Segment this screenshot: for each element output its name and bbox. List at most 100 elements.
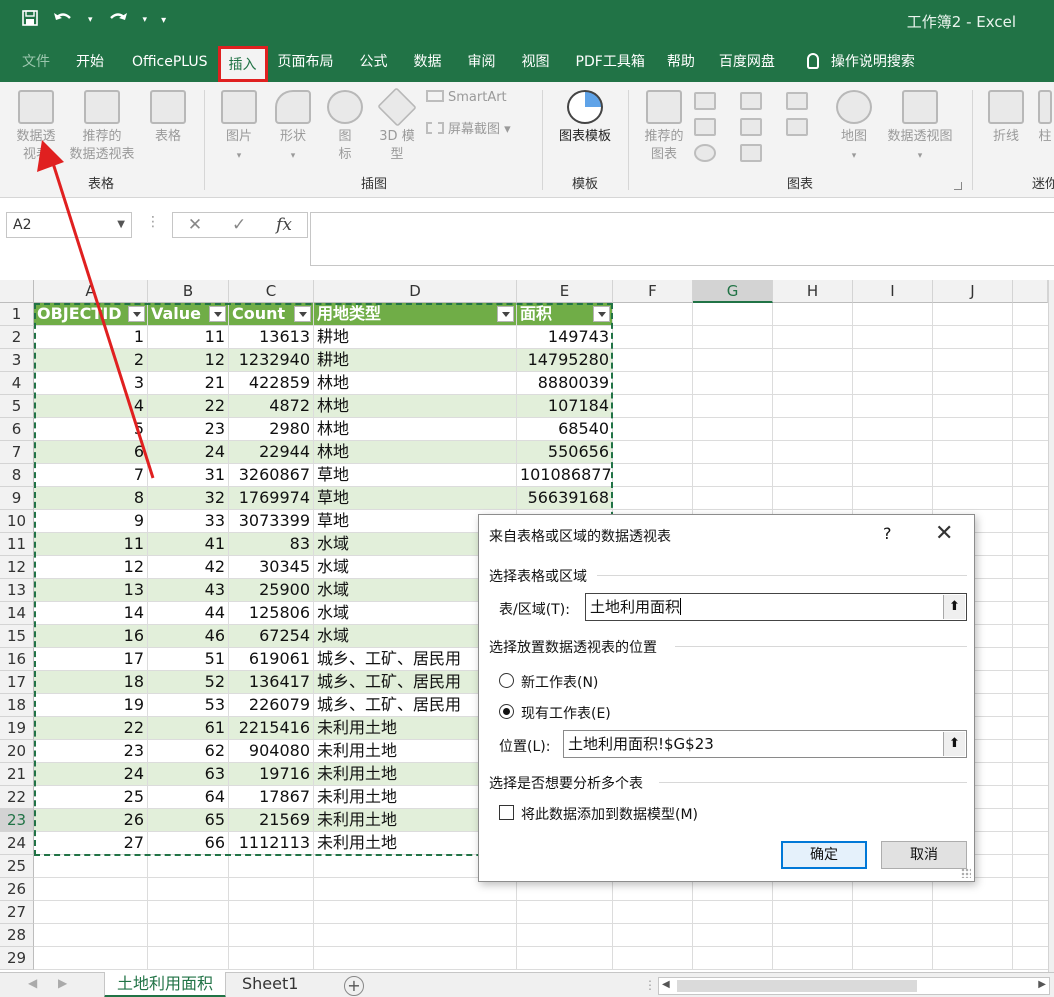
table-cell[interactable] (773, 372, 853, 395)
table-cell[interactable] (933, 395, 1013, 418)
row-header-19[interactable]: 19 (0, 717, 34, 740)
table-cell[interactable]: 林地 (314, 372, 517, 395)
row-header-8[interactable]: 8 (0, 464, 34, 487)
table-cell[interactable]: 7 (34, 464, 148, 487)
table-cell[interactable]: 23 (148, 418, 229, 441)
row-header-15[interactable]: 15 (0, 625, 34, 648)
table-cell[interactable]: 62 (148, 740, 229, 763)
redo-dropdown-icon[interactable]: ▾ (143, 15, 148, 25)
table-cell[interactable] (148, 901, 229, 924)
table-cell[interactable] (853, 901, 933, 924)
tab-help[interactable]: 帮助 (657, 42, 709, 82)
table-cell[interactable]: 11 (148, 326, 229, 349)
table-cell[interactable]: 24 (148, 441, 229, 464)
table-cell[interactable]: 17 (34, 648, 148, 671)
table-cell[interactable]: 27 (34, 832, 148, 855)
table-cell[interactable] (933, 924, 1013, 947)
table-cell[interactable]: 43 (148, 579, 229, 602)
row-header-4[interactable]: 4 (0, 372, 34, 395)
row-header-26[interactable]: 26 (0, 878, 34, 901)
column-header-a[interactable]: A (34, 280, 148, 303)
table-cell[interactable] (853, 464, 933, 487)
name-box[interactable]: A2 ▼ (6, 212, 132, 238)
tell-me-search[interactable]: 操作说明搜索 (797, 42, 925, 82)
table-cell[interactable] (853, 947, 933, 970)
table-cell[interactable] (693, 901, 773, 924)
table-cell[interactable] (148, 947, 229, 970)
table-cell[interactable] (773, 395, 853, 418)
table-cell[interactable] (773, 947, 853, 970)
table-cell[interactable]: 2 (34, 349, 148, 372)
table-cell[interactable]: 30345 (229, 556, 314, 579)
scroll-left-icon[interactable]: ◀ (662, 979, 670, 990)
table-cell[interactable] (148, 855, 229, 878)
undo-dropdown-icon[interactable]: ▾ (88, 15, 93, 25)
row-header-17[interactable]: 17 (0, 671, 34, 694)
table-header-cell[interactable]: Value (148, 303, 229, 326)
column-header-f[interactable]: F (613, 280, 693, 303)
vertical-scrollbar[interactable] (1048, 280, 1054, 972)
table-cell[interactable] (773, 464, 853, 487)
row-header-18[interactable]: 18 (0, 694, 34, 717)
horizontal-scroll-thumb[interactable] (677, 980, 917, 992)
table-cell[interactable] (933, 372, 1013, 395)
column-header-h[interactable]: H (773, 280, 853, 303)
customize-qat-icon[interactable]: ▾ (161, 15, 166, 26)
tab-insert[interactable]: 插入 (217, 46, 268, 82)
row-header-20[interactable]: 20 (0, 740, 34, 763)
table-cell[interactable]: 136417 (229, 671, 314, 694)
horizontal-scrollbar[interactable]: ◀ ▶ (658, 977, 1050, 995)
table-cell[interactable]: 8880039 (517, 372, 613, 395)
table-cell[interactable]: 22 (34, 717, 148, 740)
table-cell[interactable] (933, 326, 1013, 349)
next-sheet-icon[interactable]: ▶ (58, 976, 67, 990)
table-cell[interactable]: 226079 (229, 694, 314, 717)
table-cell[interactable] (773, 924, 853, 947)
table-cell[interactable]: 13 (34, 579, 148, 602)
table-cell[interactable]: 550656 (517, 441, 613, 464)
table-cell[interactable] (613, 947, 693, 970)
tab-splitter-icon[interactable]: ⋮ (644, 978, 656, 992)
collapse-location-icon[interactable]: ⬆ (943, 732, 965, 756)
row-header-6[interactable]: 6 (0, 418, 34, 441)
table-cell[interactable]: 5 (34, 418, 148, 441)
table-cell[interactable] (613, 464, 693, 487)
row-header-2[interactable]: 2 (0, 326, 34, 349)
table-cell[interactable] (773, 349, 853, 372)
table-cell[interactable] (933, 303, 1013, 326)
table-cell[interactable]: 22944 (229, 441, 314, 464)
column-header-d[interactable]: D (314, 280, 517, 303)
table-cell[interactable] (773, 326, 853, 349)
new-worksheet-label[interactable]: 新工作表(N) (521, 672, 598, 692)
table-cell[interactable]: 3260867 (229, 464, 314, 487)
filter-dropdown-icon[interactable] (209, 306, 226, 322)
table-cell[interactable]: 41 (148, 533, 229, 556)
row-header-14[interactable]: 14 (0, 602, 34, 625)
table-cell[interactable]: 904080 (229, 740, 314, 763)
table-cell[interactable] (613, 441, 693, 464)
table-cell[interactable] (229, 878, 314, 901)
confirm-entry-icon[interactable]: ✓ (232, 215, 246, 235)
tab-baidu-netdisk[interactable]: 百度网盘 (709, 42, 797, 82)
table-cell[interactable] (693, 487, 773, 510)
resize-grip-icon[interactable] (961, 868, 971, 878)
table-cell[interactable] (693, 349, 773, 372)
table-cell[interactable]: 林地 (314, 441, 517, 464)
table-cell[interactable] (229, 901, 314, 924)
table-cell[interactable]: 1769974 (229, 487, 314, 510)
table-cell[interactable]: 13613 (229, 326, 314, 349)
table-cell[interactable] (853, 924, 933, 947)
tab-officeplus[interactable]: OfficePLUS (114, 42, 218, 82)
table-cell[interactable] (933, 349, 1013, 372)
filter-dropdown-icon[interactable] (128, 306, 145, 322)
table-cell[interactable] (517, 901, 613, 924)
table-cell[interactable]: 66 (148, 832, 229, 855)
table-cell[interactable]: 31 (148, 464, 229, 487)
row-header-29[interactable]: 29 (0, 947, 34, 970)
filter-dropdown-icon[interactable] (294, 306, 311, 322)
table-cell[interactable]: 23 (34, 740, 148, 763)
row-header-23[interactable]: 23 (0, 809, 34, 832)
table-cell[interactable]: 65 (148, 809, 229, 832)
table-cell[interactable]: 19 (34, 694, 148, 717)
table-cell[interactable] (773, 303, 853, 326)
